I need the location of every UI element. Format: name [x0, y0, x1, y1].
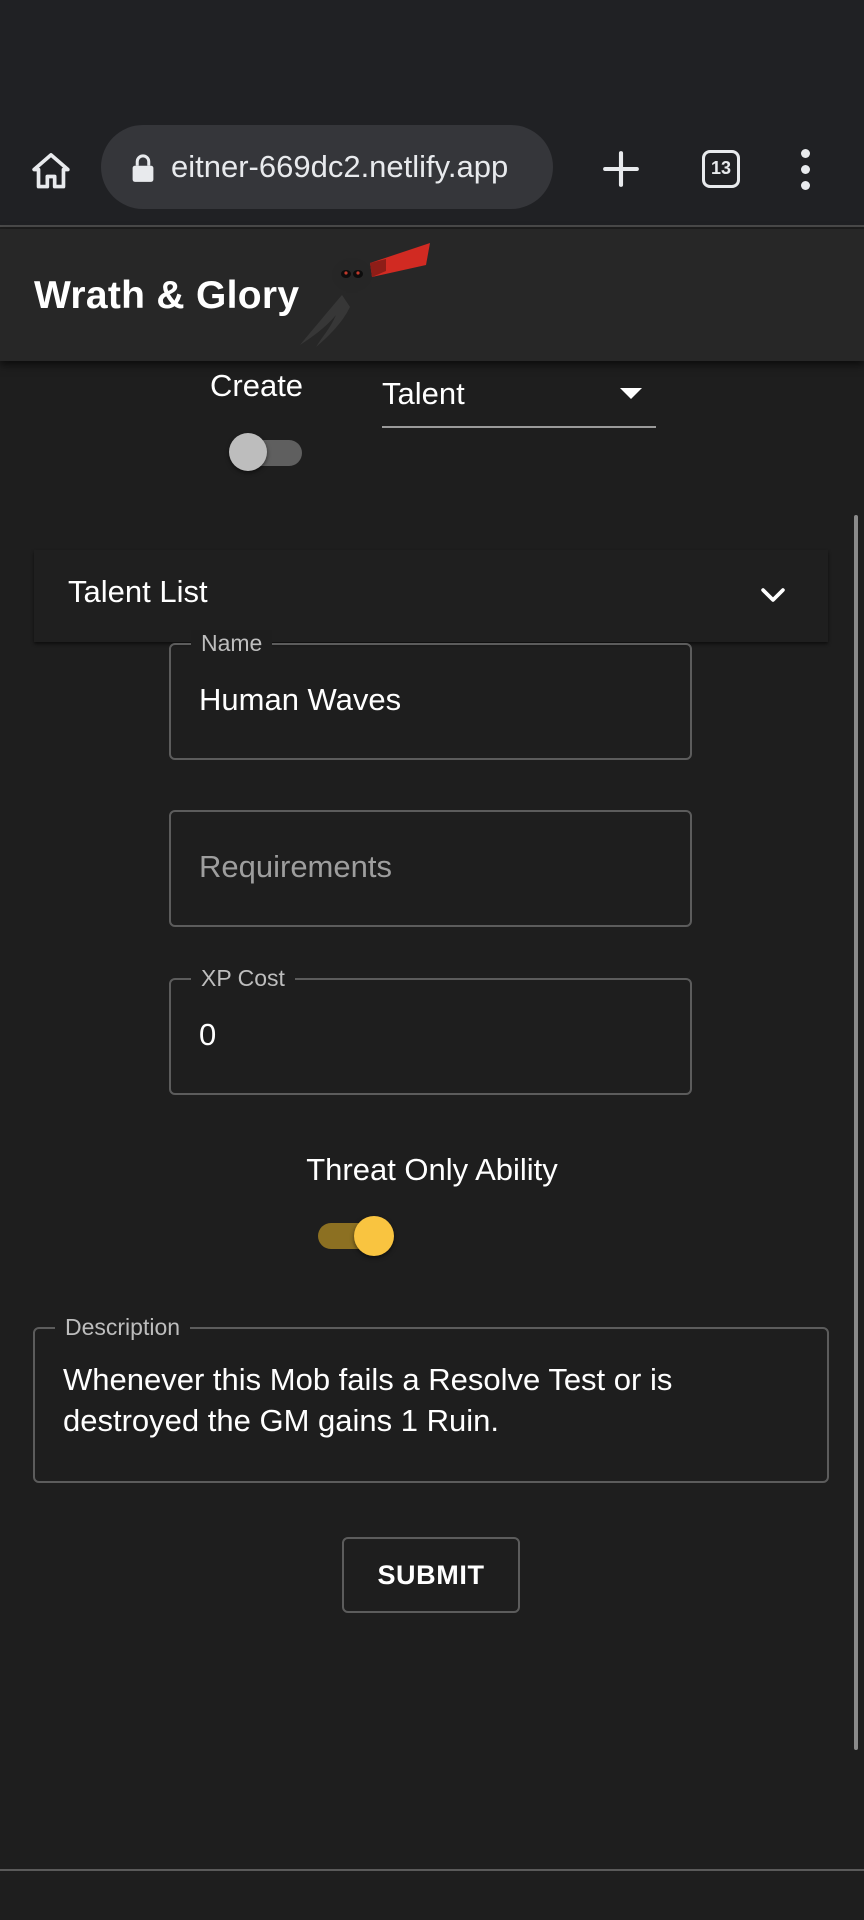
lock-icon: [132, 154, 154, 182]
threat-only-label: Threat Only Ability: [306, 1152, 558, 1187]
skull-banner-logo-icon: [300, 243, 430, 347]
chevron-down-icon: [761, 588, 785, 602]
bottom-divider: [0, 1869, 864, 1871]
name-field[interactable]: Name Human Waves: [169, 630, 692, 760]
create-label: Create: [210, 368, 304, 403]
browser-toolbar: eitner-669dc2.netlify.app 13: [0, 108, 864, 227]
threat-only-toggle[interactable]: [314, 1214, 398, 1258]
menu-dot-icon: [800, 180, 810, 190]
more-vert-button[interactable]: [780, 138, 830, 200]
address-bar[interactable]: eitner-669dc2.netlify.app: [101, 125, 553, 209]
description-field[interactable]: Description Whenever this Mob fails a Re…: [33, 1314, 829, 1483]
home-button[interactable]: [20, 140, 82, 202]
requirements-field[interactable]: Requirements: [169, 810, 692, 927]
status-bar: [0, 0, 864, 108]
type-select-value: Talent: [382, 376, 465, 411]
name-value: Human Waves: [199, 682, 402, 717]
menu-dot-icon: [800, 148, 810, 158]
scrollbar[interactable]: [854, 515, 858, 1750]
switch-thumb: [229, 433, 267, 471]
xp-cost-value: 0: [199, 1017, 217, 1052]
name-label: Name: [191, 630, 273, 656]
app-bar: Wrath & Glory: [0, 229, 864, 361]
menu-dot-icon: [800, 164, 810, 174]
home-icon: [32, 153, 70, 189]
requirements-placeholder: Requirements: [199, 849, 392, 884]
submit-button[interactable]: SUBMIT: [342, 1537, 520, 1613]
talent-list-title: Talent List: [68, 574, 208, 609]
description-label: Description: [55, 1314, 191, 1340]
dropdown-arrow-icon: [620, 388, 642, 399]
app-title: Wrath & Glory: [34, 274, 300, 317]
new-tab-button[interactable]: [590, 138, 652, 200]
xp-cost-label: XP Cost: [191, 965, 295, 991]
type-select[interactable]: Talent: [382, 366, 656, 428]
tab-switcher-button[interactable]: 13: [690, 138, 752, 200]
page: eitner-669dc2.netlify.app 13 Wrath & Glo…: [0, 0, 864, 1920]
description-value: Whenever this Mob fails a Resolve Test o…: [63, 1362, 673, 1438]
url-text: eitner-669dc2.netlify.app: [171, 149, 509, 184]
create-toggle[interactable]: [226, 430, 310, 474]
tab-count-badge: 13: [702, 150, 740, 188]
xp-cost-field[interactable]: XP Cost 0: [169, 965, 692, 1095]
talent-list-panel[interactable]: Talent List: [34, 550, 828, 642]
switch-thumb: [354, 1216, 394, 1256]
plus-icon: [603, 151, 639, 187]
